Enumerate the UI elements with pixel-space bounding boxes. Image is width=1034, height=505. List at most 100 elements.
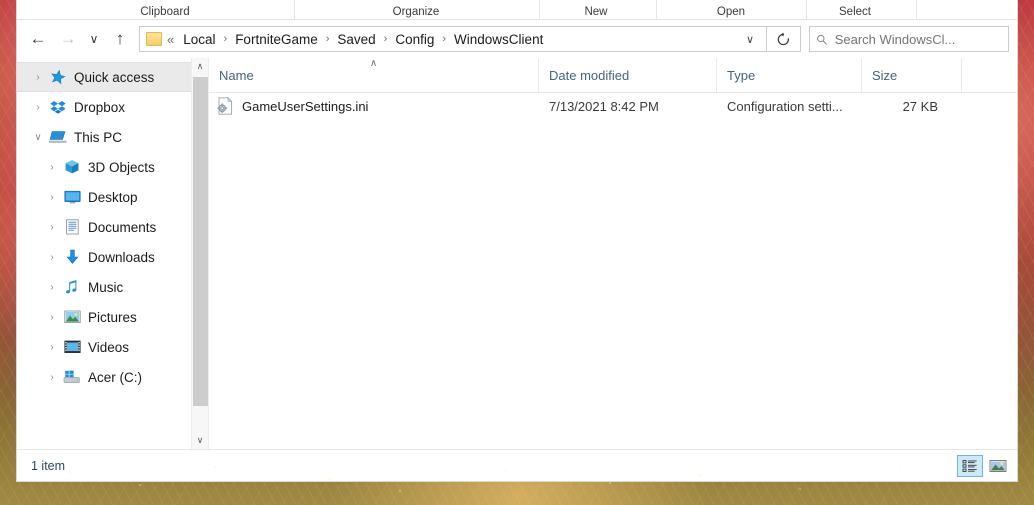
file-explorer-window: Clipboard Organize New Open Select ← → ∨ ↑ «… <box>16 0 1018 482</box>
pictures-icon <box>63 309 81 325</box>
breadcrumb-overflow-button[interactable]: « <box>167 32 174 47</box>
column-header-label: Size <box>872 67 898 83</box>
music-icon <box>63 279 81 295</box>
details-view-button[interactable] <box>957 454 983 477</box>
sidebar-item-quick-access[interactable]: › Quick access <box>17 62 208 92</box>
column-headers: Name ∧ Date modified Type Size <box>209 58 1017 93</box>
breadcrumb-item-fortnitegame[interactable]: FortniteGame <box>232 30 321 49</box>
breadcrumb-separator[interactable]: › <box>219 33 233 45</box>
up-arrow-icon: ↑ <box>115 29 125 48</box>
ribbon-group-label-open: Open <box>716 6 746 18</box>
sidebar-item-pictures[interactable]: › Pictures <box>17 302 208 332</box>
navigation-pane: › Quick access › Dropbox ∨ This PC › 3D Objects… <box>17 58 209 449</box>
sidebar-item-downloads[interactable]: › Downloads <box>17 242 208 272</box>
large-icons-view-icon <box>989 459 1007 472</box>
sidebar-item-desktop[interactable]: › Desktop <box>17 182 208 212</box>
back-arrow-icon: ← <box>29 29 47 48</box>
chevron-down-icon[interactable]: ∨ <box>31 132 45 143</box>
breadcrumb-dropdown-button[interactable]: ∨ <box>738 33 762 46</box>
chevron-right-icon[interactable]: › <box>31 72 45 83</box>
cube-icon <box>63 159 81 175</box>
view-buttons <box>957 454 1011 477</box>
breadcrumb-bar[interactable]: « Local › FortniteGame › Saved › Config › Window… <box>139 26 767 52</box>
column-header-label: Date modified <box>549 67 630 83</box>
sidebar-item-label: Music <box>88 279 124 295</box>
chevron-right-icon[interactable]: › <box>45 252 59 263</box>
chevron-right-icon[interactable]: › <box>45 282 59 293</box>
sidebar-item-3d-objects[interactable]: › 3D Objects <box>17 152 208 182</box>
videos-icon <box>63 339 81 355</box>
breadcrumb-item-saved[interactable]: Saved <box>334 30 378 49</box>
chevron-right-icon[interactable]: › <box>45 192 59 203</box>
column-header-date-modified[interactable]: Date modified <box>539 58 717 92</box>
chevron-right-icon[interactable]: › <box>45 222 59 233</box>
sidebar-item-this-pc[interactable]: ∨ This PC <box>17 122 208 152</box>
scrollbar-thumb[interactable] <box>192 77 208 406</box>
chevron-right-icon[interactable]: › <box>45 342 59 353</box>
ribbon-group-separator <box>656 0 657 19</box>
file-name-label: GameUserSettings.ini <box>242 98 369 114</box>
column-header-type[interactable]: Type <box>717 58 862 92</box>
ribbon-groups-strip: Clipboard Organize New Open Select <box>17 0 1017 20</box>
ribbon-group-separator <box>916 0 917 19</box>
download-icon <box>63 249 81 265</box>
chevron-down-icon: ∨ <box>89 32 99 46</box>
breadcrumb-item-local[interactable]: Local <box>180 30 218 49</box>
chevron-right-icon[interactable]: › <box>45 312 59 323</box>
scrollbar-track[interactable] <box>192 75 209 432</box>
sidebar-item-acer-c[interactable]: › Acer (C:) <box>17 362 208 392</box>
sidebar-item-label: Downloads <box>88 249 155 265</box>
column-header-label: Name <box>219 67 254 83</box>
chevron-right-icon[interactable]: › <box>31 102 45 113</box>
search-box[interactable] <box>809 26 1009 52</box>
up-button[interactable]: ↑ <box>105 24 135 54</box>
sidebar-item-label: Videos <box>88 339 130 355</box>
search-input[interactable] <box>834 31 1002 47</box>
drive-icon <box>63 369 81 385</box>
file-size-cell: 27 KB <box>902 98 938 114</box>
sidebar-item-label: Acer (C:) <box>88 369 142 385</box>
dropbox-icon <box>49 99 67 115</box>
ribbon-group-label-select: Select <box>839 6 871 18</box>
chevron-right-icon[interactable]: › <box>45 372 59 383</box>
folder-icon <box>146 32 162 46</box>
breadcrumb-item-config[interactable]: Config <box>392 30 437 49</box>
file-name-cell[interactable]: GameUserSettings.ini <box>209 97 539 115</box>
sidebar-item-label: This PC <box>74 129 123 145</box>
desktop-icon <box>63 189 81 205</box>
star-icon <box>49 69 67 85</box>
breadcrumb-separator[interactable]: › <box>379 33 393 45</box>
ribbon-group-label-clipboard: Clipboard <box>140 6 190 18</box>
sidebar-item-label: Desktop <box>88 189 138 205</box>
column-header-size[interactable]: Size <box>862 58 962 92</box>
column-header-label: Type <box>727 67 756 83</box>
sidebar-item-label: Dropbox <box>74 99 126 115</box>
desktop-wallpaper: Clipboard Organize New Open Select ← → ∨ ↑ «… <box>0 0 1034 505</box>
file-rows: GameUserSettings.ini 7/13/2021 8:42 PM Con… <box>209 93 1017 449</box>
ribbon-group-label-organize: Organize <box>392 6 440 18</box>
large-icons-view-button[interactable] <box>985 455 1011 477</box>
ribbon-group-label-new: New <box>584 6 608 18</box>
sidebar-item-label: 3D Objects <box>88 159 155 175</box>
sidebar-item-documents[interactable]: › Documents <box>17 212 208 242</box>
breadcrumb-item-windowsclient[interactable]: WindowsClient <box>451 30 546 49</box>
status-bar: 1 item <box>17 449 1017 481</box>
address-bar: ← → ∨ ↑ « Local › FortniteGame › Saved › Confi… <box>17 20 1017 58</box>
chevron-right-icon[interactable]: › <box>45 162 59 173</box>
breadcrumb-separator[interactable]: › <box>437 33 451 45</box>
table-row[interactable]: GameUserSettings.ini 7/13/2021 8:42 PM Con… <box>209 93 1017 119</box>
sidebar-item-dropbox[interactable]: › Dropbox <box>17 92 208 122</box>
back-button[interactable]: ← <box>23 24 53 54</box>
scroll-down-button[interactable]: ∨ <box>192 432 209 449</box>
sidebar-item-videos[interactable]: › Videos <box>17 332 208 362</box>
recent-locations-button[interactable]: ∨ <box>83 24 105 54</box>
breadcrumb-separator[interactable]: › <box>321 33 335 45</box>
details-view-icon <box>962 459 977 472</box>
navigation-scrollbar[interactable]: ∧ ∨ <box>191 58 208 449</box>
column-header-name[interactable]: Name ∧ <box>209 58 539 92</box>
refresh-button[interactable] <box>767 26 801 52</box>
sidebar-item-music[interactable]: › Music <box>17 272 208 302</box>
scroll-up-button[interactable]: ∧ <box>192 58 209 75</box>
forward-arrow-icon: → <box>59 29 77 48</box>
forward-button[interactable]: → <box>53 24 83 54</box>
